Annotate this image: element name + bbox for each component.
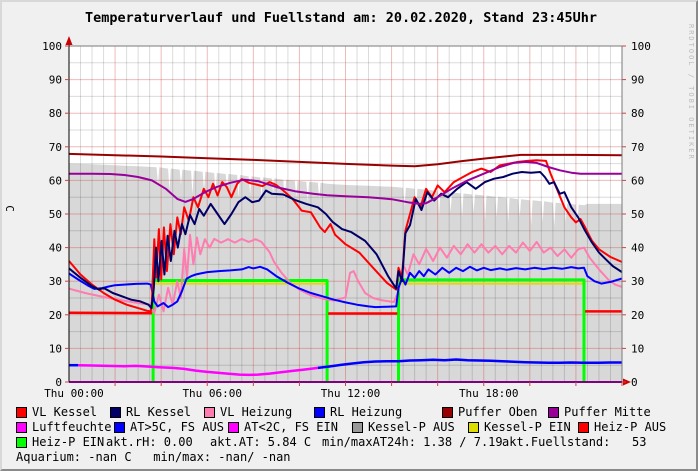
legend: VL Kessel RL Kessel VL Heizung RL Heizung Pu…: [2, 2, 698, 471]
legend-item: VL Kessel: [16, 406, 97, 418]
legend-item: VL Heizung: [204, 406, 292, 418]
legend-item: Heiz-P AUS: [578, 421, 666, 433]
legend-item: AT<2C, FS EIN: [228, 421, 338, 433]
legend-label: VL Kessel: [32, 405, 97, 419]
legend-swatch: [314, 407, 325, 418]
legend-label: Luftfeuchte: [32, 420, 111, 434]
legend-stat: akt.Fuellstand: 53: [502, 436, 647, 448]
legend-swatch: [110, 407, 121, 418]
legend-swatch: [16, 437, 27, 448]
legend-swatch: [548, 407, 559, 418]
legend-label: Heiz-P EIN: [32, 435, 104, 449]
legend-item: Kessel-P EIN: [468, 421, 571, 433]
legend-item: RL Heizung: [314, 406, 402, 418]
rrdtool-watermark: RRDTOOL / TOBI OETIKER: [687, 24, 695, 161]
legend-swatch: [442, 407, 453, 418]
legend-swatch: [578, 422, 589, 433]
legend-label: RL Kessel: [126, 405, 191, 419]
legend-item: Heiz-P EIN: [16, 436, 104, 448]
legend-stat: Aquarium: -nan C min/max: -nan/ -nan: [16, 451, 291, 463]
legend-stat: min/maxAT24h: 1.38 / 7.19: [322, 436, 503, 448]
legend-label: akt.AT: 5.84 C: [210, 435, 311, 449]
legend-swatch: [114, 422, 125, 433]
legend-stat: akt.rH: 0.00: [106, 436, 193, 448]
legend-label: AT<2C, FS EIN: [244, 420, 338, 434]
legend-label: VL Heizung: [220, 405, 292, 419]
legend-label: Puffer Mitte: [564, 405, 651, 419]
legend-label: Kessel-P EIN: [484, 420, 571, 434]
legend-stat: akt.AT: 5.84 C: [210, 436, 311, 448]
legend-swatch: [16, 407, 27, 418]
legend-swatch: [228, 422, 239, 433]
legend-item: Luftfeuchte: [16, 421, 111, 433]
legend-swatch: [468, 422, 479, 433]
legend-label: Aquarium: -nan C min/max: -nan/ -nan: [16, 450, 291, 464]
legend-label: akt.rH: 0.00: [106, 435, 193, 449]
legend-item: Puffer Oben: [442, 406, 537, 418]
rrdtool-graph-frame: Temperaturverlauf und Fuellstand am: 20.…: [0, 0, 698, 471]
legend-item: Kessel-P AUS: [352, 421, 455, 433]
legend-label: Puffer Oben: [458, 405, 537, 419]
legend-item: RL Kessel: [110, 406, 191, 418]
legend-swatch: [16, 422, 27, 433]
legend-swatch: [352, 422, 363, 433]
legend-item: Puffer Mitte: [548, 406, 651, 418]
legend-label: akt.Fuellstand: 53: [502, 435, 647, 449]
legend-swatch: [204, 407, 215, 418]
legend-label: RL Heizung: [330, 405, 402, 419]
legend-label: Kessel-P AUS: [368, 420, 455, 434]
legend-label: min/maxAT24h: 1.38 / 7.19: [322, 435, 503, 449]
legend-label: Heiz-P AUS: [594, 420, 666, 434]
legend-item: AT>5C, FS AUS: [114, 421, 224, 433]
legend-label: AT>5C, FS AUS: [130, 420, 224, 434]
